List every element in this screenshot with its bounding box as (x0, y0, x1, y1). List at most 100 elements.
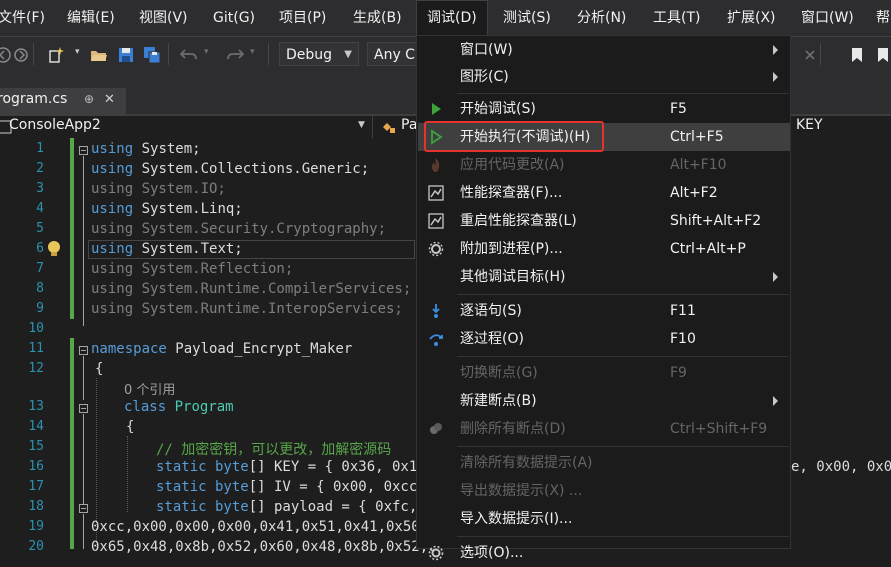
member-right-name[interactable]: KEY (796, 117, 823, 133)
menu-item-clear-datatips[interactable]: 清除所有数据提示(A) (418, 449, 790, 477)
menu-item-options[interactable]: 选项(O)... (418, 539, 790, 567)
menu-item-attach-to-process[interactable]: 附加到进程(P)... Ctrl+Alt+P (418, 235, 790, 263)
line-number: 17 (28, 479, 44, 494)
menu-item-start-debugging[interactable]: 开始调试(S) F5 (418, 95, 790, 123)
close-icon[interactable]: ✕ (104, 92, 115, 107)
menu-file[interactable]: 文件(F) (0, 0, 45, 36)
menu-window[interactable]: 窗口(W) (801, 0, 854, 36)
line-number: 4 (36, 201, 44, 216)
menu-extensions[interactable]: 扩展(X) (727, 0, 776, 36)
menu-item-window[interactable]: 窗口(W) (418, 36, 790, 64)
line-number: 11 (28, 341, 44, 356)
menu-item-new-breakpoint[interactable]: 新建断点(B) (418, 387, 790, 415)
menu-bar: 文件(F) 编辑(E) 视图(V) Git(G) 项目(P) 生成(B) 调试(… (0, 0, 891, 36)
close-icon[interactable] (801, 46, 819, 64)
menu-item-graphics[interactable]: 图形(C) (418, 63, 790, 91)
menu-git[interactable]: Git(G) (213, 0, 255, 36)
fold-toggle[interactable] (79, 146, 88, 155)
menu-item-apply-code-changes[interactable]: 应用代码更改(A) Alt+F10 (418, 151, 790, 179)
project-dropdown[interactable]: ConsoleApp2 ▼ (0, 116, 373, 138)
code-line-unused: using System.IO; (91, 181, 226, 197)
save-all-icon[interactable] (143, 46, 161, 64)
line-number: 1 (36, 141, 44, 156)
code-line: namespace Payload_Encrypt_Maker (91, 341, 352, 357)
project-name: ConsoleApp2 (9, 117, 101, 133)
menu-item-import-datatips[interactable]: 导入数据提示(I)... (418, 505, 790, 533)
member-name[interactable]: Pa (401, 117, 417, 133)
tab-program-cs[interactable]: rogram.cs ⊕ ✕ (0, 88, 126, 114)
type-name: Program (166, 399, 234, 415)
line-number: 5 (36, 221, 44, 236)
menu-item-shortcut: F9 (670, 365, 687, 381)
menu-test[interactable]: 测试(S) (503, 0, 551, 36)
fold-toggle[interactable] (79, 404, 88, 413)
menu-item-label: 新建断点(B) (460, 393, 537, 409)
menu-help[interactable]: 帮 (876, 0, 890, 36)
menu-debug[interactable]: 调试(D) (416, 0, 488, 36)
menu-tools[interactable]: 工具(T) (653, 0, 700, 36)
submenu-arrow-icon (773, 396, 778, 406)
menu-view[interactable]: 视图(V) (139, 0, 188, 36)
bookmark-prev-icon[interactable] (874, 46, 891, 64)
code-line-unused: using System.Security.Cryptography; (91, 221, 387, 237)
platform-value: Any C (374, 47, 415, 63)
menu-item-shortcut: Ctrl+Shift+F9 (670, 421, 768, 437)
config-value: Debug (286, 47, 333, 63)
menu-item-step-into[interactable]: 逐语句(S) F11 (418, 297, 790, 325)
toolbar-separator (168, 43, 169, 65)
redo-dropdown-icon[interactable]: ▾ (250, 47, 255, 57)
menu-item-label: 导入数据提示(I)... (460, 511, 573, 527)
pin-icon[interactable]: ⊕ (84, 92, 94, 106)
menu-item-relaunch-profiler[interactable]: 重启性能探查器(L) Shift+Alt+F2 (418, 207, 790, 235)
code-line: class Program (124, 399, 234, 415)
fold-line (83, 414, 84, 504)
reference-count-lens[interactable]: 0 个引用 (124, 379, 175, 398)
annotation-highlight-box (424, 121, 604, 152)
bookmark-icon[interactable] (848, 46, 866, 64)
menu-item-step-over[interactable]: 逐过程(O) F10 (418, 325, 790, 353)
fold-line (83, 356, 84, 400)
fold-toggle[interactable] (79, 504, 88, 513)
menu-project[interactable]: 项目(P) (279, 0, 326, 36)
open-folder-icon[interactable] (90, 46, 108, 64)
menu-item-shortcut: Alt+F10 (670, 157, 727, 173)
menu-item-label: 导出数据提示(X) ... (460, 483, 583, 499)
menu-item-performance-profiler[interactable]: 性能探查器(F)... Alt+F2 (418, 179, 790, 207)
config-select[interactable]: Debug ▼ (279, 42, 359, 66)
code-line-unused: using System.Reflection; (91, 261, 294, 277)
class-icon (383, 123, 395, 133)
lightbulb-icon[interactable] (46, 240, 62, 258)
menu-item-other-debug-targets[interactable]: 其他调试目标(H) (418, 263, 790, 291)
redo-icon[interactable] (226, 46, 244, 64)
code-line-unused: using System.Runtime.InteropServices; (91, 301, 403, 317)
menu-item-label: 删除所有断点(D) (460, 421, 566, 437)
undo-icon[interactable] (180, 46, 198, 64)
menu-item-label: 逐语句(S) (460, 303, 522, 319)
menu-item-label: 选项(O)... (460, 545, 524, 561)
menu-item-delete-all-breakpoints[interactable]: 删除所有断点(D) Ctrl+Shift+F9 (418, 415, 790, 443)
fold-line (83, 156, 84, 326)
menu-build[interactable]: 生成(B) (353, 0, 402, 36)
undo-dropdown-icon[interactable]: ▾ (204, 47, 209, 57)
line-number: 8 (36, 281, 44, 296)
back-icon[interactable] (0, 46, 12, 64)
flame-icon (432, 158, 440, 172)
menu-item-toggle-breakpoint[interactable]: 切换断点(G) F9 (418, 359, 790, 387)
code-line: 0xcc,0x00,0x00,0x00,0x41,0x51,0x41,0x50,… (91, 519, 437, 535)
code-line: using System.Linq; (91, 201, 243, 217)
fold-toggle[interactable] (79, 346, 88, 355)
save-icon[interactable] (117, 46, 135, 64)
step-over-icon (429, 334, 443, 346)
forward-icon[interactable] (12, 46, 30, 64)
menu-analyze[interactable]: 分析(N) (577, 0, 626, 36)
code-line: using System; (91, 141, 201, 157)
menu-item-export-datatips[interactable]: 导出数据提示(X) ... (418, 477, 790, 505)
menu-item-label: 性能探查器(F)... (460, 185, 563, 201)
new-item-dropdown-icon[interactable]: ▾ (75, 47, 80, 57)
menu-item-label: 附加到进程(P)... (460, 241, 563, 257)
line-number: 7 (36, 261, 44, 276)
code-text: [] payload = { 0xfc,0 (248, 499, 426, 515)
menu-edit[interactable]: 编辑(E) (67, 0, 115, 36)
new-item-icon[interactable] (47, 46, 65, 64)
code-line: using System.Collections.Generic; (91, 161, 369, 177)
